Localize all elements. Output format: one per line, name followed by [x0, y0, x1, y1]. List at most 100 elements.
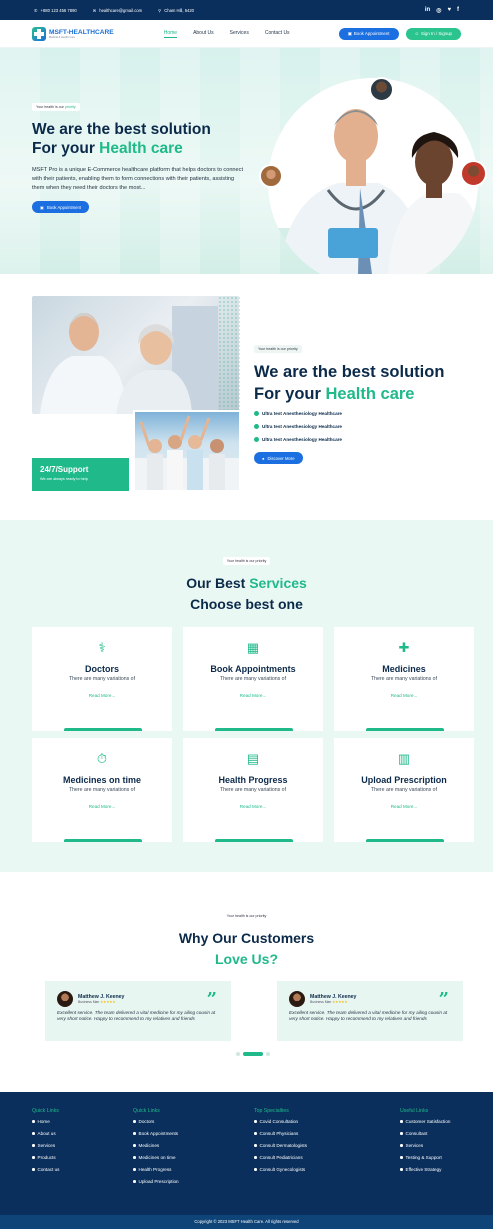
service-card-appointments[interactable]: ▦ Book Appointments There are many varia… — [183, 627, 323, 731]
discover-more-button[interactable]: ● Discover More — [254, 452, 303, 464]
location-text: Cham Hill, 5420 — [164, 7, 195, 13]
service-card-title: Medicines — [382, 664, 426, 674]
logo-title: MSFT-HEALTHCARE — [49, 28, 114, 36]
instagram-icon[interactable]: ◎ — [436, 7, 441, 14]
read-more-link[interactable]: Read More... — [32, 804, 172, 809]
footer-heading: Quick Links — [133, 1108, 160, 1114]
footer-link[interactable]: Consult Physicians — [254, 1131, 307, 1136]
nav-item-home[interactable]: Home — [163, 30, 178, 38]
service-card-upload-prescription[interactable]: ▥ Upload Prescription There are many var… — [334, 738, 474, 842]
sign-in-button[interactable]: ☺ Sign In / Signup — [405, 27, 461, 40]
testimonial-card: Matthew J. Keeney Business Man ★★★★★ ” E… — [45, 981, 231, 1041]
footer-link[interactable]: Effective Strategy — [400, 1167, 450, 1172]
site-logo[interactable]: MSFT-HEALTHCARE Medical & Health Care — [32, 26, 114, 41]
footer-link[interactable]: Services — [400, 1143, 450, 1148]
stethoscope-icon: ⚕ — [98, 640, 106, 655]
footer-link[interactable]: Upload Prescription — [133, 1179, 179, 1184]
phone-text: +880 123 456 7890 — [40, 7, 77, 13]
about-title-line1: We are the best solution — [254, 363, 445, 381]
avatar — [57, 991, 73, 1007]
footer-link[interactable]: Contact us — [32, 1167, 60, 1172]
nav-item-about[interactable]: About Us — [193, 30, 214, 38]
read-more-link[interactable]: Read More... — [183, 693, 323, 698]
review-text: Excellent service. The team delivered a … — [57, 1010, 216, 1021]
check-item: Ultra test Anesthesiology Healthcare — [254, 411, 474, 416]
footer-link[interactable]: Health Progress — [133, 1167, 179, 1172]
read-more-link[interactable]: Read More... — [183, 804, 323, 809]
service-card-desc: There are many variations of — [68, 787, 136, 793]
service-card-doctors[interactable]: ⚕ Doctors There are many variations of R… — [32, 627, 172, 731]
pager-dot[interactable] — [236, 1052, 240, 1056]
card-accent-bar — [366, 839, 444, 842]
check-item-text: Ultra test Anesthesiology Healthcare — [262, 411, 342, 416]
services-tag: Your health is our priority — [222, 557, 271, 565]
doctor-patient-photo — [32, 296, 239, 414]
footer-link[interactable]: Services — [32, 1143, 59, 1148]
calendar-icon: ▣ — [347, 30, 352, 36]
phone-icon: ✆ — [34, 7, 38, 13]
footer-link[interactable]: Testing & Support — [400, 1155, 450, 1160]
check-circle-icon — [254, 411, 259, 416]
nav-item-contact[interactable]: Contact Us — [265, 30, 290, 38]
medical-cross-icon — [32, 26, 46, 41]
pager-dot[interactable] — [266, 1052, 270, 1056]
card-accent-bar — [215, 839, 293, 842]
footer-link[interactable]: Consult Dermatologists — [254, 1143, 308, 1148]
mail-icon: ✉ — [92, 7, 97, 13]
pager-dot-active[interactable] — [243, 1052, 263, 1056]
happy-team-photo — [133, 410, 241, 492]
testimonials-header: Your health is our priority Why Our Cust… — [0, 904, 493, 970]
read-more-link[interactable]: Read More... — [334, 804, 474, 809]
service-card-title: Doctors — [84, 664, 119, 674]
twitter-icon[interactable]: ♥ — [447, 7, 451, 14]
location-contact: ⚲ Cham Hill, 5420 — [158, 8, 194, 13]
reviewer-role: Business Man — [78, 1000, 100, 1004]
avatar — [289, 991, 305, 1007]
footer-link[interactable]: Medicines — [133, 1143, 179, 1148]
read-more-link[interactable]: Read More... — [32, 693, 172, 698]
facebook-icon[interactable]: f — [457, 7, 459, 14]
read-more-link[interactable]: Read More... — [334, 693, 474, 698]
footer-link[interactable]: Covid Consultation — [254, 1119, 307, 1124]
footer-link[interactable]: Customer Satisfaction — [400, 1119, 451, 1124]
user-icon: ☺ — [414, 31, 419, 36]
footer-link[interactable]: Medicines on time — [133, 1155, 179, 1160]
support-title: 24/7/Support — [40, 465, 89, 474]
service-card-health-progress[interactable]: ▤ Health Progress There are many variati… — [183, 738, 323, 842]
check-item: Ultra test Anesthesiology Healthcare — [254, 424, 474, 429]
team-illustration — [135, 415, 239, 490]
footer-link[interactable]: Home — [32, 1119, 59, 1124]
footer-col-specialties: Top Specialties Covid Consultation Consu… — [254, 1108, 307, 1179]
hero-tag-text: Your health is our — [36, 105, 65, 109]
footer-link[interactable]: Consultant — [400, 1131, 450, 1136]
footer-link[interactable]: Consult Pediatricians — [254, 1155, 307, 1160]
about-title-highlight: Health care — [325, 385, 415, 403]
patient-avatar-top — [369, 77, 394, 102]
support-badge: 24/7/Support We are always ready to help — [32, 458, 129, 491]
footer-link[interactable]: Consult Gynecologists — [254, 1167, 307, 1172]
rating-stars: ★★★★★ — [100, 1000, 116, 1004]
hero-tag: Your health is our priority — [32, 103, 80, 111]
footer-link[interactable]: Products — [32, 1155, 59, 1160]
reviewer-role: Business Man — [310, 1000, 332, 1004]
hero-tag-highlight: priority — [64, 105, 76, 109]
linkedin-icon[interactable]: in — [425, 7, 430, 14]
nav-buttons: ▣ Book Appointment ☺ Sign In / Signup — [338, 27, 461, 40]
hero-book-button[interactable]: ▣ Book Appointment — [32, 201, 89, 213]
footer-link[interactable]: Book Appointments — [133, 1131, 179, 1136]
calendar-icon: ▣ — [40, 204, 44, 210]
book-appointment-button[interactable]: ▣ Book Appointment — [338, 27, 399, 40]
footer-link[interactable]: Doctors — [133, 1119, 179, 1124]
card-accent-bar — [366, 728, 444, 731]
footer-col-services: Quick Links Doctors Book Appointments Me… — [133, 1108, 179, 1191]
nav-item-services[interactable]: Services — [230, 30, 249, 38]
dots-decoration — [218, 296, 240, 416]
service-card-title: Medicines on time — [62, 775, 142, 785]
service-card-medicines[interactable]: ✚ Medicines There are many variations of… — [334, 627, 474, 731]
footer-link[interactable]: About us — [32, 1131, 59, 1136]
phone-contact[interactable]: ✆ +880 123 456 7890 — [34, 8, 77, 13]
service-card-medicines-on-time[interactable]: ⏱ Medicines on time There are many varia… — [32, 738, 172, 842]
review-text: Excellent service. The team delivered a … — [289, 1010, 448, 1021]
testimonial-card: Matthew J. Keeney Business Man ★★★★★ ” E… — [277, 981, 463, 1041]
email-contact[interactable]: ✉ healthcare@gmail.com — [93, 8, 142, 13]
